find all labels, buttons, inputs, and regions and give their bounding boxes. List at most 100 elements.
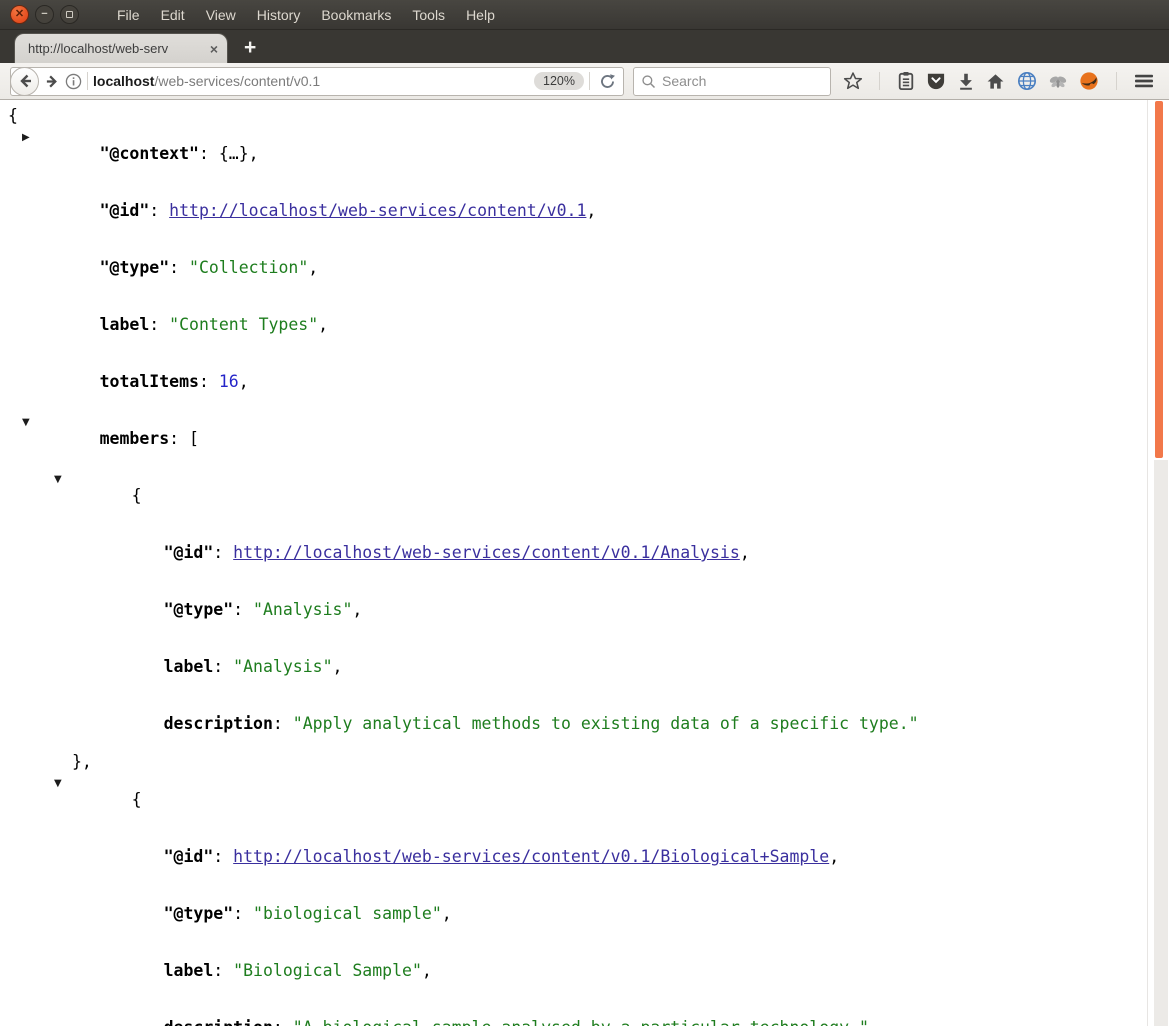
pocket-icon [927,73,944,90]
menu-item[interactable]: Edit [161,7,185,23]
json-type-row: @type: Collection, [0,239,1147,296]
json-members-row: ▼ members: [ [0,410,1147,467]
json-string-value: Collection [189,258,308,277]
divider [879,72,881,90]
window-minimize-button[interactable]: − [35,5,54,24]
back-button[interactable] [10,66,39,96]
maximize-icon [66,11,73,18]
json-key: @type [164,600,234,619]
json-viewer: { ▶@context: {…}, @id: http://localhost/… [0,100,1169,1026]
json-key: label [163,961,214,980]
menu-item[interactable]: Tools [412,7,445,23]
star-icon [843,72,863,90]
member-id-link[interactable]: http://localhost/web-services/content/v0… [233,543,740,562]
json-key: label [163,657,214,676]
member-close-row: }, [72,752,92,771]
pocket-button[interactable] [926,72,946,90]
member-type-row: @type: Analysis, [0,581,1147,638]
clipboard-icon [898,72,913,90]
json-string-value: Content Types [169,315,318,334]
browser-tab[interactable]: http://localhost/web-serv × [14,33,228,63]
navigation-toolbar: localhost/web-services/content/v0.1 120%… [0,63,1169,100]
search-icon [642,74,656,88]
json-tree: { ▶@context: {…}, @id: http://localhost/… [0,100,1147,1026]
hamburger-icon [1134,74,1153,88]
json-key: totalItems [99,372,199,391]
member-id-row: @id: http://localhost/web-services/conte… [0,828,1147,885]
home-icon [988,73,1004,89]
scrollbar-thumb[interactable] [1155,101,1163,458]
json-key: members [99,429,170,448]
url-domain: localhost [93,73,155,89]
zoom-level-badge[interactable]: 120% [534,72,584,90]
expanded-arrow-icon[interactable]: ▼ [54,470,62,489]
json-key: @type [164,904,234,923]
bookmark-star-button[interactable] [843,71,863,91]
collapsed-arrow-icon[interactable]: ▶ [22,128,30,147]
reload-icon [600,73,615,88]
window-close-button[interactable]: ✕ [10,5,29,24]
json-context-row: ▶@context: {…}, [0,125,1147,182]
moth-icon [1049,76,1067,88]
json-key: @type [100,258,170,277]
download-icon [960,73,973,90]
tab-title: http://localhost/web-serv [28,41,169,56]
member-description-row: description: Apply analytical methods to… [0,695,1147,752]
json-key: @id [164,847,214,866]
tab-close-icon[interactable]: × [210,41,218,57]
json-id-link[interactable]: http://localhost/web-services/content/v0… [169,201,586,220]
site-info-button[interactable] [65,73,82,90]
globe-extension-button[interactable] [1017,71,1037,91]
scrollbar-track[interactable] [1154,460,1168,1026]
globe-icon [1017,72,1036,90]
window-maximize-button[interactable] [60,5,79,24]
home-button[interactable] [986,72,1005,91]
json-key: label [99,315,150,334]
json-key: @context [100,144,199,163]
member-type-row: @type: biological sample, [0,885,1147,942]
json-string-value: biological sample [253,904,442,923]
expanded-arrow-icon[interactable]: ▼ [22,413,30,432]
expanded-arrow-icon[interactable]: ▼ [54,774,62,793]
toolbar-icons [843,71,1159,91]
menu-item[interactable]: View [206,7,236,23]
json-member: ▼{ @id: http://localhost/web-services/co… [0,771,1147,1026]
json-id-row: @id: http://localhost/web-services/conte… [0,182,1147,239]
downloads-button[interactable] [957,72,975,90]
json-totalitems-row: totalItems: 16, [99,372,249,391]
orange-ball-extension-button[interactable] [1079,71,1099,91]
menu-item[interactable]: Help [466,7,495,23]
json-string-value: A biological sample analysed by a partic… [293,1018,869,1026]
reload-button[interactable] [595,73,619,90]
url-text[interactable]: localhost/web-services/content/v0.1 [93,73,534,89]
search-placeholder: Search [662,73,707,89]
new-tab-button[interactable]: + [244,37,256,58]
member-open-row: ▼{ [0,467,1147,524]
menubar: File Edit View History Bookmarks Tools H… [117,7,516,23]
divider [87,72,88,90]
menu-item[interactable]: History [257,7,301,23]
json-string-value: Biological Sample [233,961,422,980]
moth-extension-button[interactable] [1048,72,1068,90]
json-root-open: { [8,106,18,125]
json-string-value: Analysis [233,657,332,676]
url-path: /web-services/content/v0.1 [154,73,321,89]
menu-item[interactable]: File [117,7,140,23]
collapsed-object[interactable]: {…} [219,144,249,163]
forward-icon [46,75,57,87]
bookmarks-menu-button[interactable] [897,71,915,91]
menu-item[interactable]: Bookmarks [321,7,391,23]
orange-ball-icon [1080,72,1099,90]
forward-button[interactable] [39,74,65,89]
menu-button[interactable] [1133,72,1155,90]
member-description-row: description: A biological sample analyse… [0,999,1147,1026]
json-key: description [163,714,273,733]
json-key: @id [100,201,150,220]
tab-bar: http://localhost/web-serv × + [0,30,1169,63]
back-icon [19,74,31,88]
json-number-value: 16 [218,372,239,391]
member-id-link[interactable]: http://localhost/web-services/content/v0… [233,847,829,866]
url-bar[interactable]: localhost/web-services/content/v0.1 120% [10,66,624,96]
search-field[interactable]: Search [633,66,831,96]
title-bar: ✕ − File Edit View History Bookmarks Too… [0,0,1169,30]
